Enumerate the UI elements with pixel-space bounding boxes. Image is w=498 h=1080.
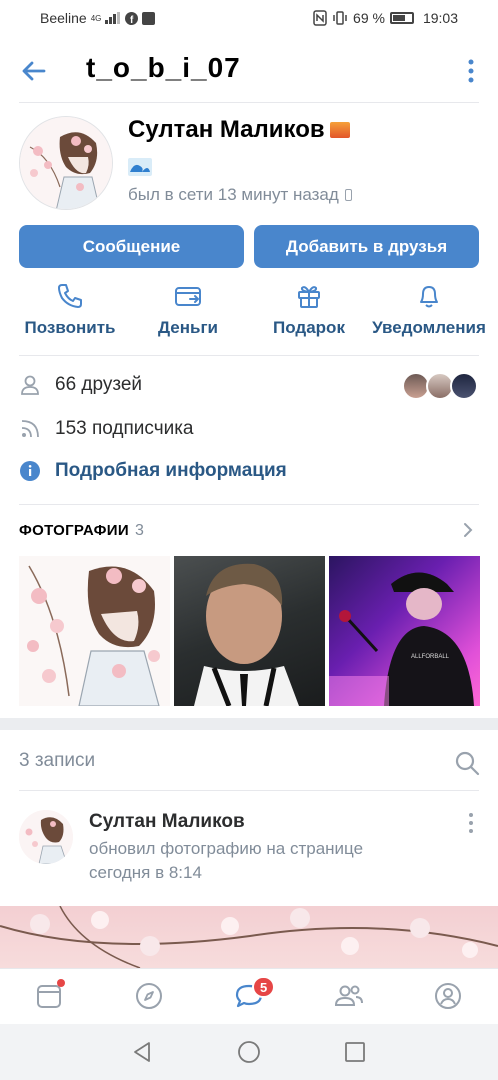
avatar xyxy=(450,372,478,400)
add-friend-button[interactable]: Добавить в друзья xyxy=(254,225,479,268)
photo-thumbnail[interactable]: ALLFORBALL xyxy=(329,556,480,706)
nav-back-icon[interactable] xyxy=(130,1040,154,1064)
bell-icon xyxy=(420,286,438,308)
profile-name: Султан Маликов xyxy=(128,116,350,144)
photo-thumbnail[interactable] xyxy=(174,556,325,706)
divider xyxy=(19,355,479,356)
nav-home-icon[interactable] xyxy=(237,1040,261,1064)
tab-profile[interactable] xyxy=(434,982,462,1010)
online-status: был в сети 13 минут назад xyxy=(128,185,352,205)
user-icon xyxy=(21,375,39,395)
photos-count: 3 xyxy=(134,522,145,539)
chevron-right-icon[interactable] xyxy=(462,522,474,538)
call-action[interactable]: Позвонить xyxy=(22,282,118,338)
details-row[interactable]: Подробная информация xyxy=(19,460,287,482)
more-vertical-icon[interactable] xyxy=(466,58,476,84)
followers-count: 153 подписчика xyxy=(55,418,194,439)
clock: 19:03 xyxy=(422,10,458,26)
gift-label: Подарок xyxy=(273,318,345,337)
message-button[interactable]: Сообщение xyxy=(19,225,244,268)
tab-friends[interactable] xyxy=(334,982,363,1010)
network-label: 4G xyxy=(90,13,102,23)
avatar-illustration xyxy=(20,117,112,209)
post-image[interactable] xyxy=(0,906,498,968)
carrier-label: Beeline xyxy=(40,10,87,26)
signal-icon xyxy=(105,12,121,24)
notifications-action[interactable]: Уведомления xyxy=(370,282,488,338)
nav-recents-icon[interactable] xyxy=(343,1040,367,1064)
post-avatar[interactable] xyxy=(19,810,73,864)
arrow-left-icon[interactable] xyxy=(18,56,48,86)
posts-title: 3 записи xyxy=(19,750,96,771)
profile-name-text: Султан Маликов xyxy=(128,116,325,143)
photo-illustration xyxy=(27,565,160,706)
more-vertical-icon[interactable] xyxy=(467,812,475,834)
tab-bar: 5 xyxy=(0,968,498,1024)
tab-messages[interactable]: 5 xyxy=(235,976,276,1010)
phone-icon xyxy=(58,284,82,308)
photos-title: ФОТОГРАФИИ xyxy=(19,522,129,539)
friends-count: 66 друзей xyxy=(55,374,143,395)
news-indicator-dot xyxy=(57,979,65,987)
messages-badge: 5 xyxy=(252,976,276,998)
photos-header[interactable]: ФОТОГРАФИИ 3 xyxy=(19,522,144,540)
divider xyxy=(19,504,479,505)
section-separator xyxy=(0,718,498,730)
avatar[interactable] xyxy=(19,116,113,210)
svg-text:ALLFORBALL: ALLFORBALL xyxy=(411,654,450,660)
money-label: Деньги xyxy=(157,318,219,337)
friends-avatars[interactable] xyxy=(402,372,480,400)
info-icon xyxy=(20,461,40,481)
page-title: t_o_b_i_07 xyxy=(86,52,241,83)
system-nav-bar xyxy=(0,1024,498,1080)
post-timestamp: сегодня в 8:14 xyxy=(89,863,202,882)
tab-news[interactable] xyxy=(35,979,65,1010)
facebook-icon: f xyxy=(125,11,139,25)
battery-icon xyxy=(389,12,414,24)
friends-icon xyxy=(334,985,363,1006)
friends-row[interactable]: 66 друзей xyxy=(19,374,142,396)
avatar-illustration xyxy=(19,810,73,864)
details-link: Подробная информация xyxy=(55,460,287,481)
followers-row[interactable]: 153 подписчика xyxy=(19,418,194,440)
notifications-label: Уведомления xyxy=(372,318,486,337)
photo-neon: ALLFORBALL xyxy=(329,572,474,706)
compass-icon xyxy=(136,983,162,1009)
action-row: Позвонить Деньги Подарок Уведомления xyxy=(0,282,498,348)
sunrise-emoji-icon xyxy=(329,122,350,138)
notification-icon xyxy=(142,11,156,25)
mobile-icon xyxy=(344,189,352,201)
money-action[interactable]: Деньги xyxy=(150,282,226,338)
tab-discover[interactable] xyxy=(135,982,163,1010)
status-bar: Beeline 4G f 69 % 19:03 xyxy=(0,0,498,38)
post-author[interactable]: Султан Маликов xyxy=(89,811,245,833)
wave-emoji-icon xyxy=(128,158,152,176)
post-image-illustration xyxy=(0,906,498,968)
gift-action[interactable]: Подарок xyxy=(268,282,350,338)
online-status-text: был в сети 13 минут назад xyxy=(128,185,339,204)
rss-icon xyxy=(21,420,39,438)
vibrate-icon xyxy=(333,11,347,25)
money-transfer-icon xyxy=(175,287,201,306)
divider xyxy=(19,790,479,791)
gift-icon xyxy=(298,286,320,308)
nfc-icon xyxy=(313,10,327,26)
battery-percent: 69 % xyxy=(353,10,385,26)
search-icon[interactable] xyxy=(454,750,480,776)
profile-icon xyxy=(435,983,461,1009)
post-action-text: обновил фотографию на странице xyxy=(89,839,364,858)
call-label: Позвонить xyxy=(24,318,116,337)
photo-thumbnail[interactable] xyxy=(19,556,170,706)
divider xyxy=(19,102,479,103)
photo-portrait xyxy=(194,563,299,706)
header: t_o_b_i_07 xyxy=(0,40,498,102)
